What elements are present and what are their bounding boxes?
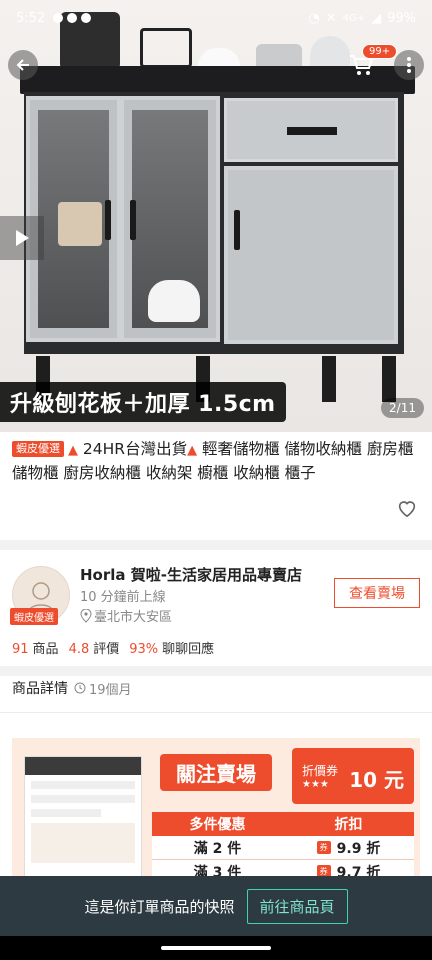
home-indicator[interactable] [161, 946, 271, 950]
banner-shop-screenshot [24, 756, 142, 888]
follow-shop-label: 關注賣場 [160, 754, 272, 791]
cart-button[interactable]: 99+ [346, 44, 398, 80]
cabinet-leg [322, 356, 336, 402]
divider [0, 712, 432, 713]
arrow-left-icon [16, 59, 29, 71]
shop-name[interactable]: Horla 賀啦-生活家居用品專賣店 [80, 564, 302, 585]
toaster-graphic [58, 202, 102, 246]
row-qty: 滿 2 件 [193, 840, 242, 857]
stat-rating: 4.8 評價 [68, 642, 120, 657]
snapshot-message: 這是你訂單商品的快照 [84, 897, 235, 916]
battery-level: 99% [387, 10, 416, 26]
shop-online-status: 10 分鐘前上線 [80, 590, 166, 605]
stat-products: 91 商品 [12, 642, 59, 657]
clock-icon [74, 682, 86, 694]
notification-icon [53, 13, 64, 23]
section-divider [0, 540, 432, 550]
row-discount: 券 9.9 折 [283, 836, 414, 859]
more-vertical-icon [407, 57, 411, 73]
details-age-text: 19個月 [89, 682, 132, 698]
warning-icon: ▲ [68, 443, 78, 458]
go-to-product-button[interactable]: 前往商品頁 [246, 888, 348, 924]
mute-icon: ✕ [325, 10, 337, 26]
status-bar: 5:52 ◔ ✕ 4G+ ◢ 99% [0, 0, 432, 36]
video-play-button[interactable] [0, 216, 44, 260]
cabinet-drawer [224, 98, 398, 162]
product-title: 蝦皮優選 ▲ 24HR台灣出貨▲ 輕奢儲物櫃 儲物收納櫃 廚房櫃 儲物櫃 廚房收納… [12, 438, 422, 484]
coupon-value: 10 元 [349, 768, 404, 792]
table-header: 多件優惠 折扣 [152, 812, 414, 836]
snapshot-bar: 這是你訂單商品的快照 前往商品頁 [0, 876, 432, 936]
image-page-indicator: 2/11 [381, 398, 424, 418]
cart-count-badge: 99+ [362, 44, 398, 59]
heart-icon [398, 501, 416, 518]
details-age: 19個月 [74, 679, 132, 698]
product-details-header: 商品詳情 19個月 [12, 678, 132, 698]
table-row: 滿 2 件 券 9.9 折 [152, 836, 414, 860]
app-icon [81, 13, 92, 23]
header-discount: 折扣 [334, 817, 363, 833]
back-button[interactable] [8, 50, 38, 80]
cabinet-door-right [224, 166, 398, 344]
casserole-graphic [148, 280, 200, 322]
details-label: 商品詳情 [12, 681, 68, 697]
play-icon [16, 230, 29, 246]
preferred-badge: 蝦皮優選 [12, 441, 64, 457]
view-shop-button[interactable]: 查看賣場 [334, 578, 420, 608]
location-pin-icon [80, 608, 92, 623]
alarm-icon: ◔ [308, 10, 320, 26]
shop-location-text: 臺北市大安區 [94, 610, 173, 625]
coupon-tag: 券 [316, 841, 331, 854]
stat-response: 93% 聊聊回應 [129, 642, 215, 657]
coupon-card: 折價券 ★★★ 10 元 [292, 748, 414, 804]
header-qty: 多件優惠 [189, 817, 246, 833]
shop-section[interactable]: 蝦皮優選 Horla 賀啦-生活家居用品專賣店 10 分鐘前上線 臺北市大安區 … [0, 556, 432, 666]
bulk-discount-table: 多件優惠 折扣 滿 2 件 券 9.9 折 滿 3 件 券 9.7 折 [152, 812, 414, 884]
signal-icon: ◢ [371, 10, 382, 26]
promo-caption: 升級刨花板＋加厚 1.5cm [0, 382, 286, 422]
section-divider [0, 666, 432, 676]
shop-preferred-badge: 蝦皮優選 [10, 608, 58, 625]
shop-stats: 91 商品 4.8 評價 93% 聊聊回應 [12, 638, 214, 657]
product-title-area: 蝦皮優選 ▲ 24HR台灣出貨▲ 輕奢儲物櫃 儲物收納櫃 廚房櫃 儲物櫃 廚房收納… [12, 438, 422, 484]
chat-icon [67, 13, 78, 23]
status-time: 5:52 [16, 10, 46, 26]
promo-banner[interactable]: 關注賣場 折價券 ★★★ 10 元 多件優惠 折扣 滿 2 件 券 9.9 折 滿… [12, 738, 420, 888]
system-nav-bar [0, 936, 432, 960]
title-text: 24HR台灣出貨 [78, 440, 188, 458]
network-label: 4G+ [342, 12, 366, 24]
more-button[interactable] [394, 50, 424, 80]
cabinet-leg [382, 356, 396, 402]
warning-icon: ▲ [187, 443, 198, 458]
like-button[interactable] [396, 497, 418, 519]
shop-location: 臺北市大安區 [80, 606, 172, 625]
